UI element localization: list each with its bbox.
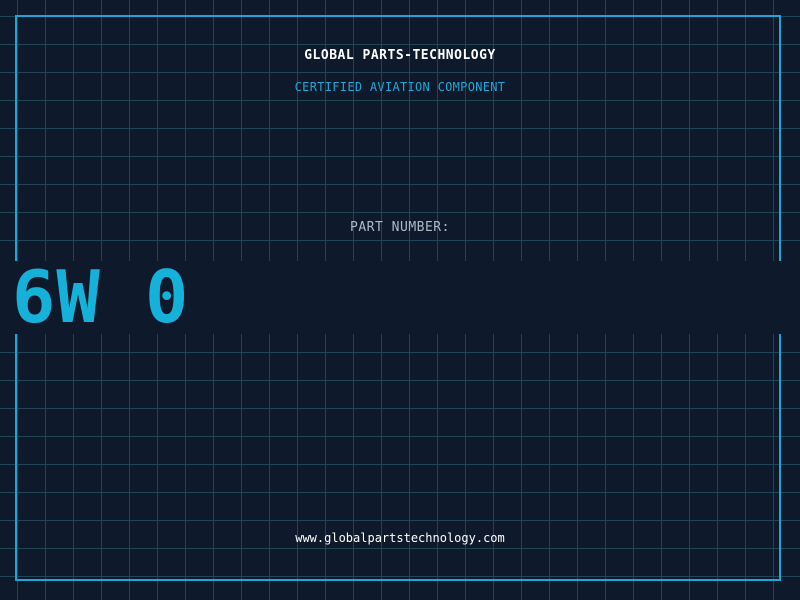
part-number-label: PART NUMBER: xyxy=(350,220,450,235)
certification-subtitle: CERTIFIED AVIATION COMPONENT xyxy=(294,80,506,94)
part-number-marquee: RN55D 2.20K 1% 50PPM 0.6W 0 xyxy=(0,261,190,334)
website-url[interactable]: www.globalpartstechnology.com xyxy=(0,531,800,545)
part-number-band: RN55D 2.20K 1% 50PPM 0.6W 0 xyxy=(0,261,800,334)
company-name: GLOBAL PARTS-TECHNOLOGY xyxy=(304,48,496,63)
